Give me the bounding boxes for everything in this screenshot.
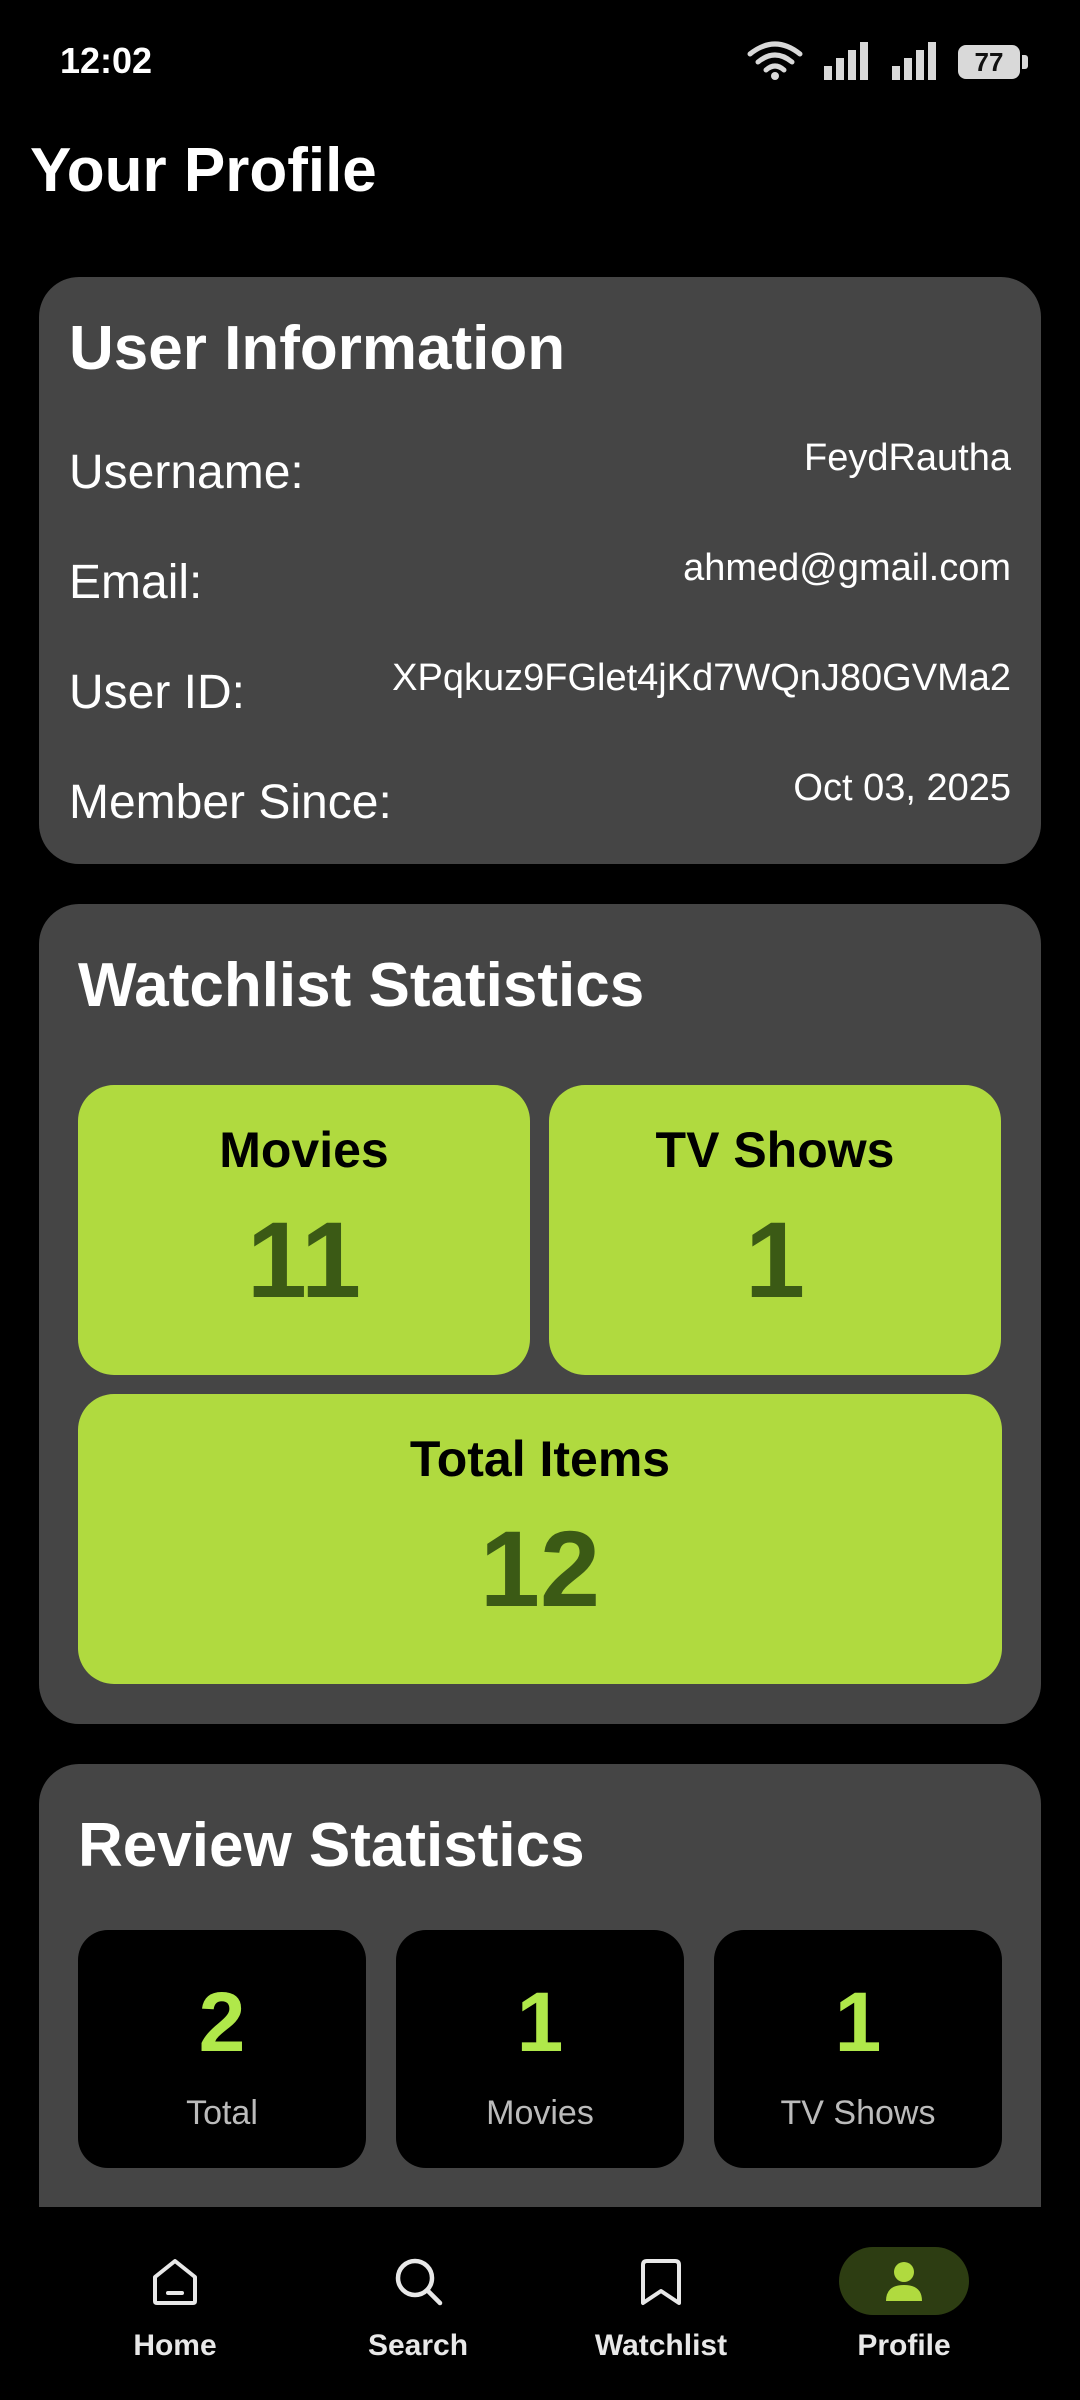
total-items-value: 12 xyxy=(479,1508,601,1629)
movies-count-label: Movies xyxy=(219,1122,389,1178)
person-icon xyxy=(839,2247,969,2315)
username-value: FeydRautha xyxy=(803,437,1011,479)
nav-home[interactable]: Home xyxy=(75,2247,275,2367)
member-since-label: Member Since: xyxy=(69,776,392,829)
review-tv-shows-value: 1 xyxy=(834,1975,882,2069)
tv-shows-count-label: TV Shows xyxy=(655,1122,895,1178)
review-statistics-title: Review Statistics xyxy=(78,1811,585,1880)
nav-watchlist-label: Watchlist xyxy=(594,2329,728,2362)
nav-profile[interactable]: Profile xyxy=(804,2247,1004,2367)
user-id-value: XPqkuz9FGlet4jKd7WQnJ80GVMa2 xyxy=(392,657,1011,699)
user-id-row: User ID: XPqkuz9FGlet4jKd7WQnJ80GVMa2 xyxy=(69,651,1011,721)
review-statistics-card: Review Statistics 2 Total 1 Movies 1 TV … xyxy=(39,1764,1041,2264)
review-tv-shows-tile: 1 TV Shows xyxy=(714,1930,1002,2168)
member-since-value: Oct 03, 2025 xyxy=(793,767,1011,809)
member-since-row: Member Since: Oct 03, 2025 xyxy=(69,761,1011,831)
watchlist-statistics-title: Watchlist Statistics xyxy=(78,951,645,1020)
page-title: Your Profile xyxy=(30,136,377,205)
signal-icon xyxy=(822,40,872,85)
user-information-title: User Information xyxy=(69,314,566,383)
movies-count-tile: Movies 11 xyxy=(78,1085,530,1375)
review-total-tile: 2 Total xyxy=(78,1930,366,2168)
total-items-label: Total Items xyxy=(409,1431,671,1487)
user-id-label: User ID: xyxy=(69,666,246,719)
nav-watchlist[interactable]: Watchlist xyxy=(561,2247,761,2367)
wifi-icon xyxy=(746,40,804,85)
tv-shows-count-tile: TV Shows 1 xyxy=(549,1085,1001,1375)
nav-search[interactable]: Search xyxy=(318,2247,518,2367)
home-icon xyxy=(110,2247,240,2315)
email-row: Email: ahmed@gmail.com xyxy=(69,541,1011,611)
review-movies-tile: 1 Movies xyxy=(396,1930,684,2168)
total-items-tile: Total Items 12 xyxy=(78,1394,1002,1684)
review-movies-value: 1 xyxy=(516,1975,564,2069)
status-time: 12:02 xyxy=(60,40,153,81)
email-value: ahmed@gmail.com xyxy=(683,547,1011,589)
watchlist-statistics-card: Watchlist Statistics Movies 11 TV Shows … xyxy=(39,904,1041,1724)
search-icon xyxy=(353,2247,483,2315)
battery-icon: 77 xyxy=(958,45,1028,79)
tv-shows-count-value: 1 xyxy=(744,1199,806,1320)
review-tv-shows-label: TV Shows xyxy=(780,2094,936,2132)
status-bar: 12:02 77 xyxy=(0,0,1080,120)
review-movies-label: Movies xyxy=(486,2094,594,2132)
email-label: Email: xyxy=(69,556,203,609)
nav-home-label: Home xyxy=(133,2329,217,2362)
review-total-value: 2 xyxy=(198,1975,246,2069)
movies-count-value: 11 xyxy=(246,1199,362,1320)
bookmark-icon xyxy=(596,2247,726,2315)
user-information-card: User Information Username: FeydRautha Em… xyxy=(39,277,1041,864)
username-row: Username: FeydRautha xyxy=(69,431,1011,501)
nav-profile-label: Profile xyxy=(857,2329,951,2362)
nav-search-label: Search xyxy=(367,2329,469,2362)
status-icons: 77 xyxy=(746,40,1028,85)
review-total-label: Total xyxy=(186,2094,258,2132)
bottom-navigation: Home Search Watchlist Profile xyxy=(0,2207,1080,2400)
signal-icon xyxy=(890,40,940,85)
username-label: Username: xyxy=(69,446,304,499)
